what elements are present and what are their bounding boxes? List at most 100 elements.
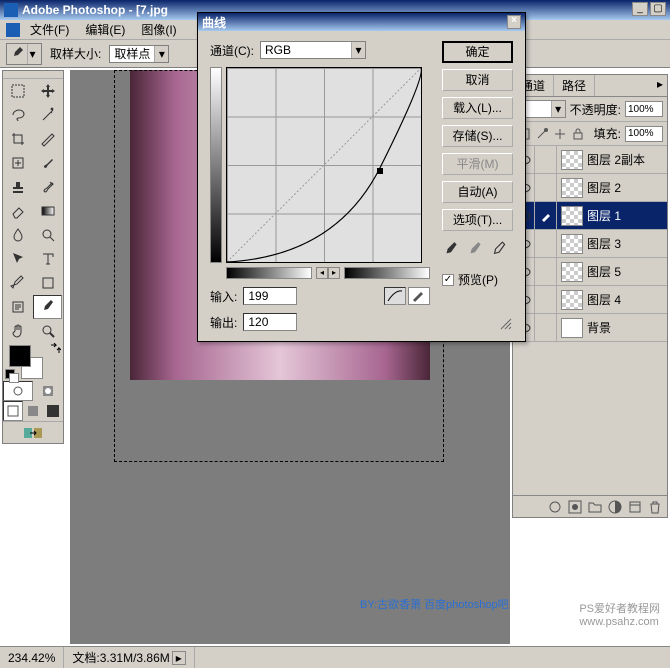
layer-row[interactable]: 图层 5 bbox=[513, 258, 667, 286]
black-point-eyedropper[interactable] bbox=[442, 241, 460, 259]
standard-mode-button[interactable] bbox=[3, 381, 33, 401]
tool-dodge[interactable] bbox=[33, 223, 62, 247]
curve-point[interactable] bbox=[377, 168, 383, 174]
new-group-icon[interactable] bbox=[587, 499, 603, 515]
layer-row[interactable]: 图层 1 bbox=[513, 202, 667, 230]
output-field[interactable] bbox=[243, 313, 297, 331]
screen-fullmenu-button[interactable] bbox=[23, 401, 43, 421]
layer-thumbnail[interactable] bbox=[561, 318, 583, 338]
status-menu-button[interactable]: ▸ bbox=[172, 651, 186, 665]
layer-thumbnail[interactable] bbox=[561, 290, 583, 310]
tool-heal[interactable] bbox=[3, 151, 32, 175]
zoom-level[interactable]: 234.42% bbox=[8, 651, 55, 665]
link-toggle[interactable] bbox=[535, 174, 557, 201]
delete-layer-icon[interactable] bbox=[647, 499, 663, 515]
lock-all-icon[interactable] bbox=[571, 127, 585, 141]
tool-preset-dropdown[interactable]: ▾ bbox=[6, 43, 42, 65]
tool-crop[interactable] bbox=[3, 127, 32, 151]
opacity-field[interactable] bbox=[625, 101, 663, 117]
auto-button[interactable]: 自动(A) bbox=[442, 181, 513, 203]
adjustment-layer-icon[interactable] bbox=[607, 499, 623, 515]
resize-grip-icon[interactable] bbox=[499, 317, 513, 331]
tool-brush[interactable] bbox=[33, 151, 62, 175]
tool-zoom[interactable] bbox=[33, 319, 62, 343]
tool-notes[interactable] bbox=[3, 295, 32, 319]
history-brush-icon bbox=[40, 179, 56, 195]
link-toggle[interactable] bbox=[535, 314, 557, 341]
options-button[interactable]: 选项(T)... bbox=[442, 209, 513, 231]
tab-paths[interactable]: 路径 bbox=[554, 75, 595, 96]
default-colors-icon[interactable] bbox=[5, 369, 17, 381]
close-button[interactable]: × bbox=[507, 15, 521, 29]
fill-field[interactable] bbox=[625, 126, 663, 142]
link-toggle[interactable] bbox=[535, 146, 557, 173]
link-toggle[interactable] bbox=[535, 202, 557, 229]
curve-mode-spline[interactable] bbox=[384, 287, 406, 305]
layer-thumbnail[interactable] bbox=[561, 178, 583, 198]
tool-shape[interactable] bbox=[33, 271, 62, 295]
tool-type[interactable] bbox=[33, 247, 62, 271]
link-toggle[interactable] bbox=[535, 258, 557, 285]
chevron-down-icon: ▾ bbox=[27, 44, 37, 64]
layer-thumbnail[interactable] bbox=[561, 234, 583, 254]
menu-file[interactable]: 文件(F) bbox=[24, 19, 75, 40]
gray-point-eyedropper[interactable] bbox=[466, 241, 484, 259]
sample-size-select[interactable]: 取样点 ▾ bbox=[109, 45, 169, 63]
arrow-left-icon[interactable]: ◂ bbox=[316, 267, 328, 279]
load-button[interactable]: 载入(L)... bbox=[442, 97, 513, 119]
lock-position-icon[interactable] bbox=[553, 127, 567, 141]
tool-wand[interactable] bbox=[33, 103, 62, 127]
layer-mask-icon[interactable] bbox=[567, 499, 583, 515]
cancel-button[interactable]: 取消 bbox=[442, 69, 513, 91]
layer-style-icon[interactable] bbox=[547, 499, 563, 515]
tool-path-select[interactable] bbox=[3, 247, 32, 271]
layer-row[interactable]: 图层 3 bbox=[513, 230, 667, 258]
link-toggle[interactable] bbox=[535, 230, 557, 257]
white-point-eyedropper[interactable] bbox=[490, 241, 508, 259]
toolbox bbox=[2, 70, 64, 444]
tool-blur[interactable] bbox=[3, 223, 32, 247]
screen-full-button[interactable] bbox=[43, 401, 63, 421]
layer-row[interactable]: 图层 2副本 bbox=[513, 146, 667, 174]
jump-to-imageready-button[interactable] bbox=[3, 421, 63, 443]
tool-marquee[interactable] bbox=[3, 79, 32, 103]
screen-standard-button[interactable] bbox=[3, 401, 23, 421]
new-layer-icon[interactable] bbox=[627, 499, 643, 515]
tool-eraser[interactable] bbox=[3, 199, 32, 223]
toolbox-grip[interactable] bbox=[3, 71, 63, 79]
link-toggle[interactable] bbox=[535, 286, 557, 313]
curve-grid[interactable] bbox=[226, 67, 422, 263]
swap-colors-icon[interactable] bbox=[49, 343, 61, 355]
tool-hand[interactable] bbox=[3, 319, 32, 343]
tool-stamp[interactable] bbox=[3, 175, 32, 199]
minimize-button[interactable]: _ bbox=[632, 2, 648, 16]
menu-image[interactable]: 图像(I) bbox=[135, 19, 182, 40]
arrow-right-icon[interactable]: ▸ bbox=[328, 267, 340, 279]
layer-row[interactable]: 背景 bbox=[513, 314, 667, 342]
tool-pen[interactable] bbox=[3, 271, 32, 295]
lock-pixels-icon[interactable] bbox=[535, 127, 549, 141]
ok-button[interactable]: 确定 bbox=[442, 41, 513, 63]
panel-menu-icon[interactable]: ▸ bbox=[653, 75, 667, 96]
maximize-button[interactable]: ▢ bbox=[650, 2, 666, 16]
tool-history-brush[interactable] bbox=[33, 175, 62, 199]
foreground-swatch[interactable] bbox=[9, 345, 31, 367]
channel-select[interactable]: RGB ▾ bbox=[260, 41, 366, 59]
layer-thumbnail[interactable] bbox=[561, 150, 583, 170]
preview-checkbox[interactable]: ✓ bbox=[442, 274, 454, 286]
layer-row[interactable]: 图层 4 bbox=[513, 286, 667, 314]
tool-gradient[interactable] bbox=[33, 199, 62, 223]
tool-eyedropper[interactable] bbox=[33, 295, 62, 319]
tool-slice[interactable] bbox=[33, 127, 62, 151]
save-button[interactable]: 存储(S)... bbox=[442, 125, 513, 147]
input-field[interactable] bbox=[243, 287, 297, 305]
menu-edit[interactable]: 编辑(E) bbox=[79, 19, 131, 40]
quickmask-mode-button[interactable] bbox=[33, 381, 63, 401]
layer-thumbnail[interactable] bbox=[561, 206, 583, 226]
dialog-titlebar[interactable]: 曲线 × bbox=[198, 13, 525, 31]
layer-row[interactable]: 图层 2 bbox=[513, 174, 667, 202]
tool-lasso[interactable] bbox=[3, 103, 32, 127]
layer-thumbnail[interactable] bbox=[561, 262, 583, 282]
curve-mode-pencil[interactable] bbox=[408, 287, 430, 305]
tool-move[interactable] bbox=[33, 79, 62, 103]
